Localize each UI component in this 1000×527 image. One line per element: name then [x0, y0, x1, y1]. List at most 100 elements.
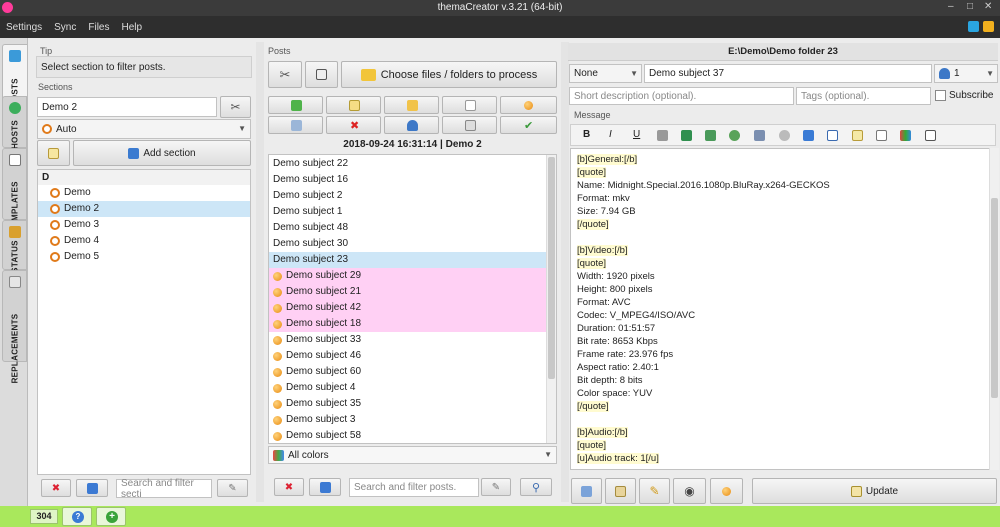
posts-search-button[interactable]: ⚲: [520, 478, 552, 496]
host-select[interactable]: None ▼: [569, 64, 642, 83]
add-section-button[interactable]: Add section: [73, 140, 251, 166]
italic-button[interactable]: I: [609, 129, 612, 140]
clear-posts-filter-button[interactable]: ✖: [274, 478, 304, 496]
section-item[interactable]: Demo 4: [38, 233, 250, 249]
preview-button[interactable]: ◉: [673, 478, 706, 504]
copy-message-button[interactable]: [571, 478, 602, 504]
color-filter-select[interactable]: All colors ▼: [268, 446, 557, 464]
post-item[interactable]: Demo subject 1: [269, 204, 547, 220]
menu-sync[interactable]: Sync: [54, 22, 76, 33]
post-item[interactable]: Demo subject 35: [269, 396, 547, 412]
update-button[interactable]: Update: [752, 478, 997, 504]
choose-files-button[interactable]: Choose files / folders to process: [341, 61, 557, 88]
user-button[interactable]: [384, 116, 439, 134]
notes-icon[interactable]: [983, 21, 994, 32]
post-item[interactable]: Demo subject 4: [269, 380, 547, 396]
clear-section-filter-button[interactable]: ✖: [41, 479, 71, 497]
posts-filter-brush-button[interactable]: ✎: [481, 478, 511, 496]
edit-section-button[interactable]: [37, 140, 70, 166]
check-button[interactable]: ✔: [500, 116, 557, 134]
section-filter-brush-button[interactable]: ✎: [217, 479, 248, 497]
post-item[interactable]: Demo subject 3: [269, 412, 547, 428]
table-icon[interactable]: [827, 130, 838, 141]
underline-button[interactable]: U: [633, 129, 640, 140]
attach-button[interactable]: [268, 116, 323, 134]
spoiler-icon[interactable]: [876, 130, 887, 141]
link-icon[interactable]: [657, 130, 668, 141]
clear-message-button[interactable]: ✎: [639, 478, 670, 504]
tab-replacements[interactable]: REPLACEMENTS: [2, 270, 27, 383]
shapes-icon[interactable]: [729, 130, 740, 141]
image-icon[interactable]: [681, 130, 692, 141]
quote-icon[interactable]: [779, 130, 790, 141]
section-item[interactable]: Demo 2: [38, 201, 250, 217]
close-button[interactable]: ✕: [984, 1, 998, 12]
message-scrollbar[interactable]: [989, 148, 999, 470]
posts-list-view-button[interactable]: [309, 478, 341, 496]
note-icon[interactable]: [852, 130, 863, 141]
mark-color-button[interactable]: [500, 96, 557, 114]
scroll-thumb[interactable]: [991, 198, 998, 398]
post-item[interactable]: Demo subject 60: [269, 364, 547, 380]
maximize-button[interactable]: □: [967, 1, 981, 12]
open-folder-button[interactable]: [384, 96, 439, 114]
menu-settings[interactable]: Settings: [6, 22, 42, 33]
panel-icon[interactable]: [925, 130, 936, 141]
posts-tools-button[interactable]: ✂: [268, 61, 302, 88]
section-item[interactable]: Demo 3: [38, 217, 250, 233]
post-item[interactable]: Demo subject 23: [269, 252, 547, 268]
middle-splitter[interactable]: [561, 42, 569, 502]
post-item[interactable]: Demo subject 16: [269, 172, 547, 188]
post-item[interactable]: Demo subject 48: [269, 220, 547, 236]
section-mode-select[interactable]: Auto ▼: [37, 119, 251, 139]
move-button[interactable]: [442, 116, 497, 134]
delete-post-button[interactable]: ✖: [326, 116, 381, 134]
section-list-view-button[interactable]: [76, 479, 108, 497]
menu-help[interactable]: Help: [122, 22, 143, 33]
short-description-input[interactable]: Short description (optional).: [569, 87, 794, 105]
download-icon[interactable]: [803, 130, 814, 141]
new-post-button[interactable]: [442, 96, 497, 114]
sync-icon[interactable]: [968, 21, 979, 32]
picture-icon[interactable]: [705, 130, 716, 141]
minimize-button[interactable]: –: [948, 1, 962, 12]
tab-hosts[interactable]: HOSTS: [2, 96, 27, 149]
post-item[interactable]: Demo subject 2: [269, 188, 547, 204]
import-button[interactable]: [268, 96, 323, 114]
post-item[interactable]: Demo subject 46: [269, 348, 547, 364]
add-button[interactable]: +: [96, 507, 126, 526]
grid-icon[interactable]: [900, 130, 911, 141]
scroll-thumb[interactable]: [548, 157, 555, 379]
posts-filter-input[interactable]: Search and filter posts.: [349, 478, 479, 497]
post-item[interactable]: Demo subject 22: [269, 156, 547, 172]
post-item[interactable]: Demo subject 29: [269, 268, 547, 284]
post-item[interactable]: Demo subject 18: [269, 316, 547, 332]
subscribe-checkbox[interactable]: [935, 90, 946, 101]
section-settings-button[interactable]: ✂: [220, 96, 251, 118]
section-filter-input[interactable]: Search and filter secti: [116, 478, 212, 500]
post-color-button[interactable]: [710, 478, 743, 504]
post-item[interactable]: Demo subject 58: [269, 428, 547, 443]
subject-input[interactable]: Demo subject 37: [644, 64, 932, 83]
post-item[interactable]: Demo subject 33: [269, 332, 547, 348]
section-item[interactable]: Demo 5: [38, 249, 250, 265]
tab-status[interactable]: STATUS: [2, 220, 27, 273]
section-search-input[interactable]: Demo 2: [37, 97, 217, 117]
posts-window-button[interactable]: [305, 61, 338, 88]
help-button[interactable]: ?: [62, 507, 92, 526]
left-splitter[interactable]: [256, 42, 264, 502]
tags-input[interactable]: Tags (optional).: [796, 87, 931, 105]
copy-post-button[interactable]: [326, 96, 381, 114]
post-item[interactable]: Demo subject 30: [269, 236, 547, 252]
bold-button[interactable]: B: [583, 129, 590, 140]
paste-button[interactable]: [605, 478, 636, 504]
message-editor[interactable]: [b]General:[/b] [quote] Name: Midnight.Spe…: [570, 148, 990, 470]
user-select[interactable]: 1 ▼: [934, 64, 998, 83]
posts-scrollbar[interactable]: [546, 155, 556, 443]
post-item[interactable]: Demo subject 42: [269, 300, 547, 316]
post-item[interactable]: Demo subject 21: [269, 284, 547, 300]
section-item[interactable]: Demo: [38, 185, 250, 201]
menu-files[interactable]: Files: [88, 22, 109, 33]
print-icon[interactable]: [754, 130, 765, 141]
tab-templates[interactable]: TEMPLATES: [2, 148, 27, 232]
